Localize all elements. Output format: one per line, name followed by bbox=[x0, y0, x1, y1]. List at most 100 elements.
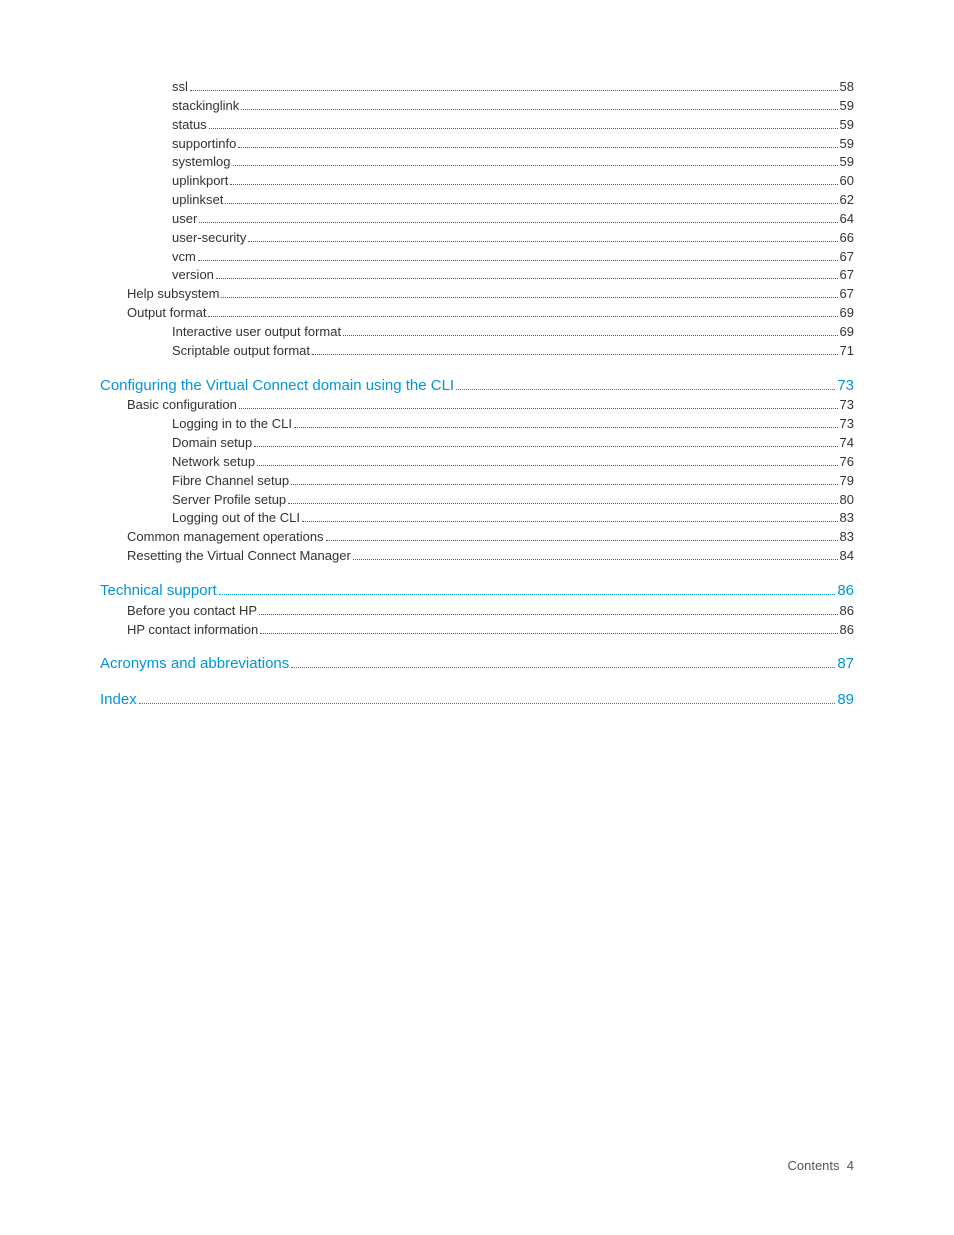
toc-entry[interactable]: Before you contact HP86 bbox=[100, 602, 854, 621]
toc-entry[interactable]: Acronyms and abbreviations87 bbox=[100, 653, 854, 675]
toc-entry[interactable]: systemlog 59 bbox=[100, 153, 854, 172]
table-of-contents: ssl 58stackinglink59status59supportinfo59… bbox=[100, 78, 854, 711]
toc-entry-page: 84 bbox=[840, 547, 854, 566]
toc-entry-label: HP contact information bbox=[127, 621, 258, 640]
toc-entry[interactable]: status59 bbox=[100, 116, 854, 135]
toc-entry-page: 83 bbox=[840, 509, 854, 528]
toc-entry[interactable]: HP contact information 86 bbox=[100, 621, 854, 640]
toc-entry-page: 86 bbox=[837, 580, 854, 602]
toc-entry-label: Index bbox=[100, 689, 137, 711]
toc-entry-page: 69 bbox=[840, 323, 854, 342]
toc-entry-page: 59 bbox=[840, 153, 854, 172]
toc-entry[interactable]: Help subsystem67 bbox=[100, 285, 854, 304]
toc-leader-dots bbox=[233, 157, 838, 166]
toc-entry-page: 59 bbox=[840, 116, 854, 135]
toc-entry[interactable]: Technical support 86 bbox=[100, 580, 854, 602]
toc-entry-page: 67 bbox=[840, 285, 854, 304]
toc-leader-dots bbox=[230, 176, 837, 185]
toc-leader-dots bbox=[288, 495, 837, 504]
toc-leader-dots bbox=[248, 233, 837, 242]
toc-entry[interactable]: Configuring the Virtual Connect domain u… bbox=[100, 375, 854, 397]
toc-entry[interactable]: Basic configuration 73 bbox=[100, 396, 854, 415]
toc-entry-label: Fibre Channel setup bbox=[172, 472, 289, 491]
toc-entry[interactable]: stackinglink59 bbox=[100, 97, 854, 116]
toc-leader-dots bbox=[239, 400, 838, 409]
toc-entry-page: 73 bbox=[837, 375, 854, 397]
toc-entry[interactable]: version67 bbox=[100, 266, 854, 285]
toc-entry-page: 59 bbox=[840, 97, 854, 116]
toc-entry[interactable]: uplinkset62 bbox=[100, 191, 854, 210]
toc-leader-dots bbox=[238, 138, 837, 147]
toc-entry-page: 73 bbox=[840, 415, 854, 434]
toc-entry-label: user bbox=[172, 210, 197, 229]
toc-entry[interactable]: Domain setup74 bbox=[100, 434, 854, 453]
toc-leader-dots bbox=[259, 606, 837, 615]
toc-entry[interactable]: Output format 69 bbox=[100, 304, 854, 323]
toc-entry[interactable]: supportinfo59 bbox=[100, 135, 854, 154]
toc-entry[interactable]: Index 89 bbox=[100, 689, 854, 711]
toc-entry-page: 86 bbox=[840, 621, 854, 640]
toc-leader-dots bbox=[241, 101, 837, 110]
toc-entry-page: 69 bbox=[840, 304, 854, 323]
toc-entry-page: 59 bbox=[840, 135, 854, 154]
toc-leader-dots bbox=[260, 625, 837, 634]
toc-entry-page: 66 bbox=[840, 229, 854, 248]
toc-entry-page: 73 bbox=[840, 396, 854, 415]
toc-entry[interactable]: Scriptable output format 71 bbox=[100, 342, 854, 361]
toc-entry-page: 74 bbox=[840, 434, 854, 453]
toc-section: Index 89 bbox=[100, 689, 854, 711]
toc-entry[interactable]: user64 bbox=[100, 210, 854, 229]
toc-entry-page: 60 bbox=[840, 172, 854, 191]
toc-entry[interactable]: Logging in to the CLI73 bbox=[100, 415, 854, 434]
toc-leader-dots bbox=[302, 513, 838, 522]
toc-entry-page: 87 bbox=[837, 653, 854, 675]
toc-entry-page: 89 bbox=[837, 689, 854, 711]
toc-entry-page: 86 bbox=[840, 602, 854, 621]
toc-entry[interactable]: Common management operations83 bbox=[100, 528, 854, 547]
toc-entry-label: Basic configuration bbox=[127, 396, 237, 415]
footer-page-number: 4 bbox=[847, 1158, 854, 1173]
toc-entry-label: Technical support bbox=[100, 580, 217, 602]
toc-entry-label: systemlog bbox=[172, 153, 231, 172]
toc-entry-page: 67 bbox=[840, 248, 854, 267]
toc-entry-page: 62 bbox=[840, 191, 854, 210]
toc-entry[interactable]: user-security66 bbox=[100, 229, 854, 248]
toc-entry-label: Resetting the Virtual Connect Manager bbox=[127, 547, 351, 566]
toc-entry-label: uplinkport bbox=[172, 172, 228, 191]
toc-entry-page: 58 bbox=[840, 78, 854, 97]
toc-entry[interactable]: Logging out of the CLI 83 bbox=[100, 509, 854, 528]
toc-section: Technical support 86Before you contact HP… bbox=[100, 580, 854, 639]
toc-entry[interactable]: Server Profile setup80 bbox=[100, 491, 854, 510]
toc-entry-label: ssl bbox=[172, 78, 188, 97]
page-footer: Contents 4 bbox=[787, 1158, 854, 1173]
toc-leader-dots bbox=[257, 457, 837, 466]
toc-entry-page: 79 bbox=[840, 472, 854, 491]
toc-section: Configuring the Virtual Connect domain u… bbox=[100, 375, 854, 566]
toc-entry[interactable]: vcm67 bbox=[100, 248, 854, 267]
footer-label: Contents bbox=[787, 1158, 839, 1173]
toc-entry-label: Logging out of the CLI bbox=[172, 509, 300, 528]
toc-entry-page: 76 bbox=[840, 453, 854, 472]
toc-entry-label: Scriptable output format bbox=[172, 342, 310, 361]
toc-entry-page: 80 bbox=[840, 491, 854, 510]
toc-entry-page: 83 bbox=[840, 528, 854, 547]
toc-section: Acronyms and abbreviations87 bbox=[100, 653, 854, 675]
toc-leader-dots bbox=[326, 532, 838, 541]
toc-entry[interactable]: uplinkport 60 bbox=[100, 172, 854, 191]
toc-section: ssl 58stackinglink59status59supportinfo59… bbox=[100, 78, 854, 361]
toc-entry[interactable]: Interactive user output format69 bbox=[100, 323, 854, 342]
toc-leader-dots bbox=[343, 327, 837, 336]
toc-leader-dots bbox=[139, 695, 836, 704]
toc-entry[interactable]: Resetting the Virtual Connect Manager 84 bbox=[100, 547, 854, 566]
toc-entry-label: Output format bbox=[127, 304, 206, 323]
toc-entry-page: 71 bbox=[840, 342, 854, 361]
toc-leader-dots bbox=[216, 270, 838, 279]
toc-leader-dots bbox=[291, 476, 837, 485]
toc-leader-dots bbox=[219, 586, 836, 595]
toc-leader-dots bbox=[291, 659, 835, 668]
toc-entry[interactable]: Fibre Channel setup 79 bbox=[100, 472, 854, 491]
toc-entry[interactable]: Network setup76 bbox=[100, 453, 854, 472]
toc-entry-label: Configuring the Virtual Connect domain u… bbox=[100, 375, 454, 397]
toc-leader-dots bbox=[209, 120, 838, 129]
toc-entry[interactable]: ssl 58 bbox=[100, 78, 854, 97]
